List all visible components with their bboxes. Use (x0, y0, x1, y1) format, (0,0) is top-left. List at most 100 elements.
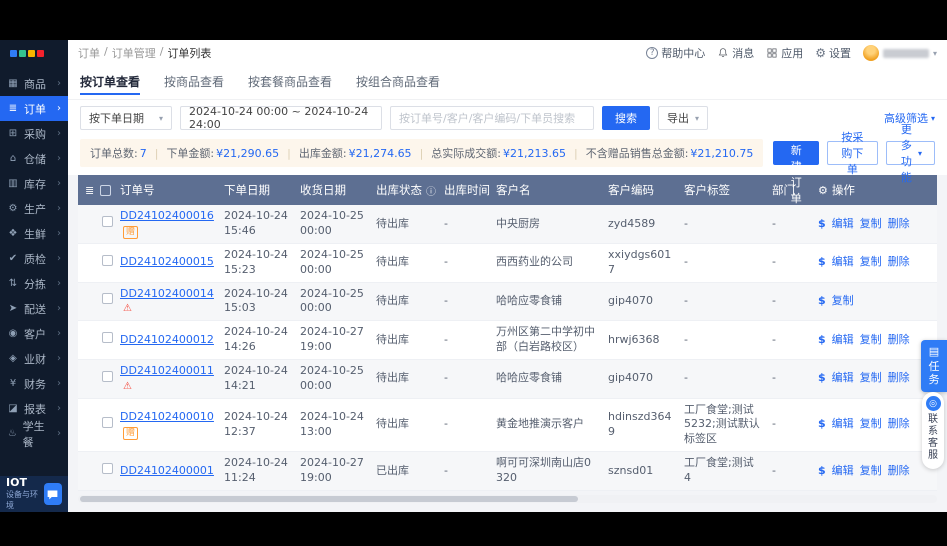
breadcrumb-item[interactable]: 订单 (78, 45, 100, 61)
sidebar-item-sorting[interactable]: ⇅ 分拣 › (0, 271, 68, 296)
sidebar-item-label: 订单 (24, 102, 46, 116)
payment-icon[interactable]: $ (818, 255, 826, 270)
date-type-select[interactable]: 按下单日期 ▾ (80, 106, 172, 130)
topbar-action-help[interactable]: ? 帮助中心 (646, 45, 705, 61)
op-delete-link[interactable]: 删除 (888, 255, 910, 270)
sidebar-item-qc[interactable]: ✔ 质检 › (0, 246, 68, 271)
sidebar-item-customers[interactable]: ◉ 客户 › (0, 321, 68, 346)
view-tab-2[interactable]: 按商品查看 (164, 73, 224, 94)
row-checkbox[interactable] (102, 370, 113, 382)
sidebar-item-inventory[interactable]: ▥ 库存 › (0, 171, 68, 196)
sidebar-item-student-meal[interactable]: ♨ 学生餐 › (0, 420, 68, 449)
order-number-link[interactable]: DD24102400016 (120, 209, 214, 222)
chevron-right-icon: › (57, 78, 61, 89)
row-checkbox[interactable] (102, 254, 113, 266)
more-actions-button[interactable]: 更多功能 ▾ (885, 123, 935, 184)
scrollbar-thumb[interactable] (80, 495, 579, 502)
payment-icon[interactable]: $ (818, 371, 826, 386)
op-delete-link[interactable]: 删除 (888, 217, 910, 232)
payment-icon[interactable]: $ (818, 217, 826, 232)
order-number-link[interactable]: DD24102400012 (120, 333, 214, 346)
op-edit-link[interactable]: 编辑 (832, 255, 854, 270)
info-icon[interactable]: ⓘ (426, 183, 436, 198)
order-number-link[interactable]: DD24102400011 (120, 364, 214, 377)
breadcrumb-item[interactable]: 订单列表 (167, 45, 211, 61)
column-header: 客户名 (490, 182, 602, 198)
chevron-right-icon: › (57, 128, 61, 139)
order-number-link[interactable]: DD24102400015 (120, 255, 214, 268)
iot-chat-icon[interactable] (43, 483, 62, 505)
sidebar-item-finance[interactable]: ¥ 财务 › (0, 371, 68, 396)
sidebar-item-orders[interactable]: ≣ 订单 › (0, 96, 68, 121)
search-button[interactable]: 搜索 (602, 106, 650, 130)
column-settings-icon[interactable]: ⚙ (818, 184, 828, 197)
fresh-icon: ❖ (8, 228, 18, 239)
op-copy-link[interactable]: 复制 (860, 371, 882, 386)
view-tab-3[interactable]: 按套餐商品查看 (248, 73, 332, 94)
horizontal-scrollbar[interactable] (78, 494, 937, 503)
task-float-button[interactable]: ▤ 任务 (921, 340, 947, 392)
cell-operations: $ 编辑 复制 删除 (812, 213, 937, 236)
sidebar-item-production[interactable]: ⚙ 生产 › (0, 196, 68, 221)
op-copy-link[interactable]: 复制 (860, 217, 882, 232)
export-label: 导出 (667, 112, 689, 125)
logo-square (28, 49, 35, 57)
op-copy-link[interactable]: 复制 (860, 333, 882, 348)
cell-department: - (772, 332, 776, 346)
payment-icon[interactable]: $ (818, 333, 826, 348)
sidebar-item-purchase[interactable]: ⊞ 采购 › (0, 121, 68, 146)
export-button[interactable]: 导出 ▾ (658, 106, 709, 130)
op-copy-link[interactable]: 复制 (860, 417, 882, 432)
breadcrumb-item[interactable]: 订单管理 (112, 45, 156, 61)
op-copy-link[interactable]: 复制 (860, 255, 882, 270)
order-number-link[interactable]: DD24102400010 (120, 410, 214, 423)
cell-order-date: 2024-10-24 15:46 (224, 209, 288, 237)
view-tab-4[interactable]: 按组合商品查看 (356, 73, 440, 94)
customer-service-button[interactable]: ◎ 联系客服 (922, 392, 944, 469)
row-checkbox[interactable] (102, 216, 113, 227)
warning-icon: ⚠ (123, 380, 132, 392)
sidebar-item-goods[interactable]: ▦ 商品 › (0, 71, 68, 96)
op-edit-link[interactable]: 编辑 (832, 217, 854, 232)
op-edit-link[interactable]: 编辑 (832, 464, 854, 479)
op-edit-link[interactable]: 编辑 (832, 333, 854, 348)
sidebar-item-fresh[interactable]: ❖ 生鲜 › (0, 221, 68, 246)
table-menu-icon[interactable]: ≣ (85, 184, 94, 197)
op-delete-link[interactable]: 删除 (888, 417, 910, 432)
topbar-action-apps[interactable]: 应用 (766, 45, 803, 61)
op-copy-link[interactable]: 复制 (832, 294, 854, 309)
avatar[interactable] (862, 45, 879, 61)
order-number-link[interactable]: DD24102400014 (120, 287, 214, 300)
search-input[interactable] (390, 106, 594, 130)
topbar-action-gear[interactable]: ⚙ 设置 (815, 45, 851, 61)
op-delete-link[interactable]: 删除 (888, 464, 910, 479)
purchase-order-button[interactable]: 按采购下单 (827, 131, 878, 176)
row-checkbox[interactable] (102, 416, 113, 428)
op-edit-link[interactable]: 编辑 (832, 371, 854, 386)
op-copy-link[interactable]: 复制 (860, 464, 882, 479)
date-range-input[interactable]: 2024-10-24 00:00 ~ 2024-10-24 24:00 (180, 105, 382, 131)
row-checkbox[interactable] (102, 463, 113, 475)
create-order-button[interactable]: 新建订单 (773, 141, 820, 205)
topbar-action-bell[interactable]: 消息 (717, 45, 754, 61)
iot-panel[interactable]: IOT 设备与环境 (0, 476, 68, 512)
view-tab-1[interactable]: 按订单查看 (80, 73, 141, 95)
op-edit-link[interactable]: 编辑 (832, 417, 854, 432)
payment-icon[interactable]: $ (818, 417, 826, 432)
sidebar-item-biz-finance[interactable]: ◈ 业财 › (0, 346, 68, 371)
sidebar-item-label: 配送 (24, 302, 46, 316)
sidebar-item-delivery[interactable]: ➤ 配送 › (0, 296, 68, 321)
op-delete-link[interactable]: 删除 (888, 333, 910, 348)
sidebar-item-warehouse[interactable]: ⌂ 仓储 › (0, 146, 68, 171)
date-type-value: 按下单日期 (89, 112, 144, 125)
select-all-checkbox[interactable] (100, 184, 112, 196)
payment-icon[interactable]: $ (818, 464, 826, 479)
order-number-link[interactable]: DD24102400001 (120, 464, 214, 477)
op-delete-link[interactable]: 删除 (888, 371, 910, 386)
cell-outbound-time: - (444, 255, 448, 269)
user-menu[interactable]: ▾ (862, 45, 937, 61)
column-header-label: 客户标签 (684, 183, 730, 197)
row-checkbox[interactable] (102, 332, 113, 344)
payment-icon[interactable]: $ (818, 294, 826, 309)
row-checkbox[interactable] (102, 293, 113, 305)
